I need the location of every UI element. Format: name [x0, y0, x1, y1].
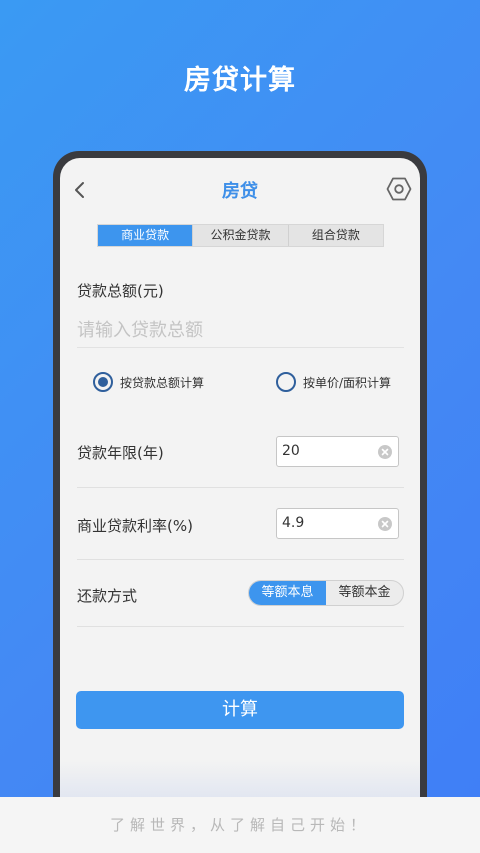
- loan-amount-input[interactable]: [77, 314, 404, 348]
- radio-unchecked-icon[interactable]: [276, 372, 296, 392]
- radio-label-by-total: 按贷款总额计算: [120, 375, 205, 390]
- interest-rate-label: 商业贷款利率(%): [77, 517, 193, 535]
- repay-equal-principal[interactable]: 等额本金: [326, 581, 403, 605]
- divider: [77, 487, 404, 488]
- interest-rate-value: 4.9: [282, 515, 305, 531]
- repayment-method-toggle: 等额本息 等额本金: [248, 580, 404, 606]
- clear-icon[interactable]: [378, 517, 392, 531]
- loan-type-tabs: 商业贷款 公积金贷款 组合贷款: [97, 224, 384, 247]
- nav-bar: 房贷: [60, 158, 420, 220]
- interest-rate-field[interactable]: 4.9: [276, 508, 399, 539]
- repay-equal-installment[interactable]: 等额本息: [249, 581, 326, 605]
- radio-by-total[interactable]: 按贷款总额计算: [93, 372, 204, 392]
- loan-years-label: 贷款年限(年): [77, 444, 164, 462]
- app-screen: 房贷 商业贷款 公积金贷款 组合贷款 贷款总额(元) 按贷款总额计算 按单价/面…: [60, 158, 420, 851]
- clear-icon[interactable]: [378, 445, 392, 459]
- radio-label-by-unit-price: 按单价/面积计算: [303, 375, 392, 390]
- settings-icon[interactable]: [386, 176, 412, 202]
- hero-title: 房贷计算: [184, 65, 296, 96]
- tab-combined-loan[interactable]: 组合贷款: [289, 225, 383, 246]
- tab-commercial-loan[interactable]: 商业贷款: [98, 225, 194, 246]
- repayment-method-label: 还款方式: [77, 587, 138, 605]
- radio-checked-icon[interactable]: [93, 372, 113, 392]
- divider: [77, 626, 404, 627]
- loan-years-value: 20: [282, 443, 300, 459]
- calculate-button[interactable]: 计算: [76, 691, 404, 729]
- divider: [77, 559, 404, 560]
- page-title: 房贷: [222, 181, 258, 202]
- loan-years-field[interactable]: 20: [276, 436, 399, 467]
- radio-by-unit-price[interactable]: 按单价/面积计算: [276, 372, 391, 392]
- tab-provident-fund-loan[interactable]: 公积金贷款: [193, 225, 289, 246]
- footer-slogan: 了解世界，从了解自己开始！: [0, 797, 480, 853]
- loan-amount-label: 贷款总额(元): [77, 282, 164, 300]
- phone-frame: 房贷 商业贷款 公积金贷款 组合贷款 贷款总额(元) 按贷款总额计算 按单价/面…: [53, 151, 427, 851]
